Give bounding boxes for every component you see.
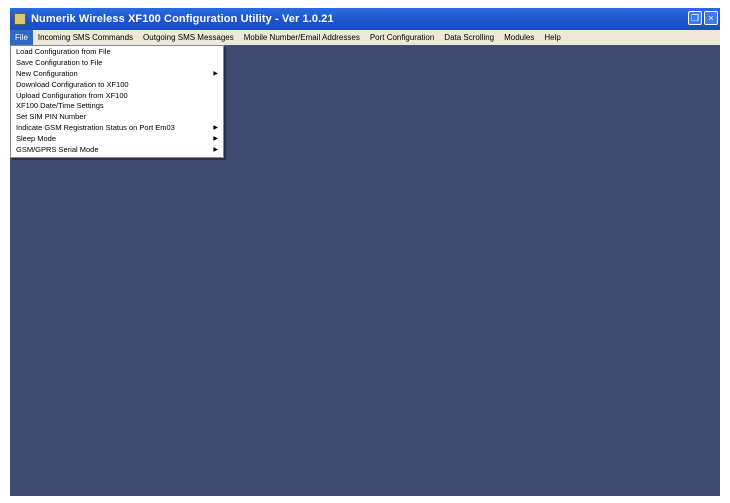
menu-item-label: Load Configuration from File (16, 47, 111, 56)
menu-item-label: Indicate GSM Registration Status on Port… (16, 123, 175, 133)
menu-help[interactable]: Help (539, 30, 565, 45)
menu-item-set-sim-pin[interactable]: Set SIM PIN Number (11, 112, 223, 123)
menu-item-date-time-settings[interactable]: XF100 Date/Time Settings (11, 101, 223, 112)
submenu-arrow-icon: ▶ (213, 147, 218, 154)
menu-item-label: Save Configuration to File (16, 57, 103, 67)
menu-item-label: Download Configuration to XF100 (16, 79, 129, 89)
menu-item-label: Upload Configuration from XF100 (16, 90, 128, 100)
menu-item-save-configuration[interactable]: Save Configuration to File (11, 58, 223, 69)
menu-item-label: XF100 Date/Time Settings (16, 101, 104, 111)
menu-mobile-number-email-addresses[interactable]: Mobile Number/Email Addresses (239, 30, 365, 45)
menu-item-label: Set SIM PIN Number (16, 112, 87, 122)
menu-item-label: New Configuration (16, 68, 78, 78)
window-controls: ❐ × (688, 11, 718, 25)
submenu-arrow-icon: ▶ (213, 136, 218, 143)
menu-outgoing-sms-messages[interactable]: Outgoing SMS Messages (138, 30, 239, 45)
app-icon[interactable] (14, 13, 26, 25)
submenu-arrow-icon: ▶ (213, 125, 218, 132)
menu-item-gsm-registration-status[interactable]: Indicate GSM Registration Status on Port… (11, 123, 223, 134)
restore-icon[interactable]: ❐ (688, 11, 702, 25)
menu-item-download-configuration[interactable]: Download Configuration to XF100 (11, 80, 223, 91)
menu-item-new-configuration[interactable]: New Configuration ▶ (11, 69, 223, 80)
menu-bar: File Incoming SMS Commands Outgoing SMS … (10, 30, 720, 45)
menu-item-sleep-mode[interactable]: Sleep Mode ▶ (11, 134, 223, 145)
file-menu-dropdown: Load Configuration from File Save Config… (10, 45, 224, 158)
menu-file[interactable]: File (10, 30, 33, 45)
menu-data-scrolling[interactable]: Data Scrolling (439, 30, 499, 45)
menu-item-label: Sleep Mode (16, 134, 57, 144)
app-window: Numerik Wireless XF100 Configuration Uti… (10, 8, 720, 496)
menu-item-gsm-gprs-serial-mode[interactable]: GSM/GPRS Serial Mode ▶ (11, 145, 223, 156)
close-icon[interactable]: × (704, 11, 718, 25)
menu-item-upload-configuration[interactable]: Upload Configuration from XF100 (11, 91, 223, 102)
menu-item-label: GSM/GPRS Serial Mode (16, 145, 99, 155)
menu-item-load-configuration[interactable]: Load Configuration from File (11, 47, 223, 58)
submenu-arrow-icon: ▶ (213, 70, 218, 77)
title-bar[interactable]: Numerik Wireless XF100 Configuration Uti… (10, 8, 720, 30)
menu-incoming-sms-commands[interactable]: Incoming SMS Commands (33, 30, 138, 45)
menu-modules[interactable]: Modules (499, 30, 539, 45)
window-title: Numerik Wireless XF100 Configuration Uti… (31, 13, 334, 25)
menu-port-configuration[interactable]: Port Configuration (365, 30, 439, 45)
